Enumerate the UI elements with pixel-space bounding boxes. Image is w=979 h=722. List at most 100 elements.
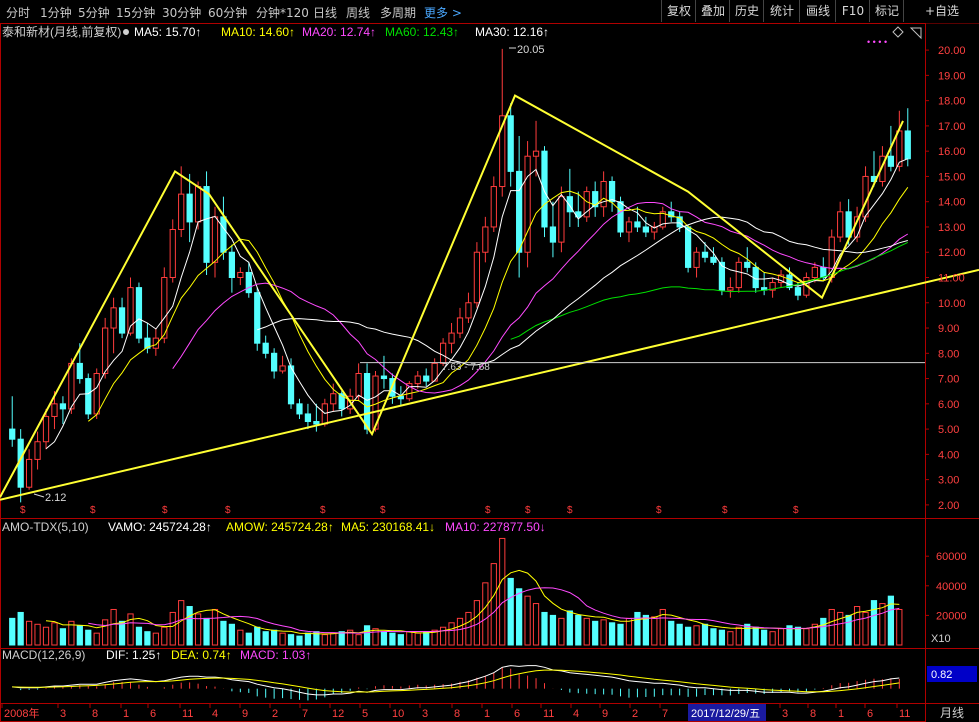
volume-bar (727, 631, 734, 646)
volume-bar (169, 611, 176, 646)
candle (693, 251, 700, 268)
time-tick-label: 6 (514, 708, 520, 720)
price-tick-label: 8.00 (938, 348, 959, 360)
volume-bar (828, 608, 835, 646)
candle (448, 332, 455, 344)
time-tick-label: 1 (838, 708, 844, 720)
settings-icon[interactable] (123, 29, 129, 35)
volume-tick-label: 40000 (936, 581, 967, 593)
expand-icon[interactable] (909, 27, 922, 40)
volume-bar (34, 623, 41, 646)
time-tick-label: 2 (272, 708, 278, 720)
volume-bar (254, 626, 261, 646)
candle (330, 393, 337, 405)
price-panel[interactable]: 2.00 3.00 4.00 5.00 6.00 7.00 8.00 9.00 10.00 11.… (0, 45, 979, 516)
macd-panel[interactable] (12, 665, 900, 701)
volume-bar (245, 632, 252, 646)
dividend-marker: $ (793, 505, 799, 516)
candle (465, 302, 472, 319)
candle (482, 226, 489, 253)
volume-axis: 20000 40000 60000 (925, 551, 967, 622)
volume-header: AMO-TDX(5,10) VAMO: 245724.28↑ AMOW: 245… (2, 520, 546, 534)
time-tick-label: 7 (662, 708, 668, 720)
volume-bar (456, 617, 464, 646)
volume-bar (211, 608, 219, 646)
dividend-marker: $ (525, 505, 531, 516)
candle (887, 155, 894, 167)
candle (811, 266, 818, 278)
time-tick-label: 1 (484, 708, 490, 720)
volume-bar (355, 634, 362, 646)
volume-bar (85, 629, 92, 646)
candle (211, 216, 219, 263)
volume-bar (592, 620, 599, 646)
chart-canvas[interactable]: 2.00 3.00 4.00 5.00 6.00 7.00 8.00 9.00 10.00 11.… (0, 0, 979, 722)
dividend-marker: $ (485, 505, 491, 516)
stock-title: 泰和新材(月线,前复权) (2, 24, 121, 39)
volume-bar (51, 622, 58, 646)
dividend-marker: $ (90, 505, 96, 516)
volume-bar (735, 626, 742, 646)
candle (178, 193, 185, 230)
price-tick-label: 9.00 (938, 323, 959, 335)
candle (169, 228, 176, 278)
volume-bar (549, 614, 557, 646)
volume-panel[interactable]: 20000 40000 60000 (9, 537, 967, 646)
candle (110, 307, 117, 329)
volume-bar (42, 626, 50, 646)
macd-title: MACD(12,26,9) (2, 648, 85, 662)
candle (245, 271, 252, 294)
candle (490, 186, 497, 228)
volume-bar (17, 611, 24, 646)
candle (254, 292, 261, 344)
diamond-icon[interactable] (892, 26, 904, 38)
volume-bar (321, 634, 328, 646)
macd-header: MACD(12,26,9) DIF: 1.25↑ DEA: 0.74↑ MACD… (2, 648, 311, 662)
time-tick-label: 5 (362, 708, 368, 720)
volume-bar (330, 632, 337, 646)
volume-bar (761, 629, 768, 646)
vol-ma10-label: MA10: 227877.50↓ (445, 520, 546, 534)
vol-ma5-label: MA5: 230168.41↓ (341, 520, 435, 534)
ma30-line (257, 216, 908, 366)
ma20-label: MA20: 12.74↑ (302, 25, 376, 39)
price-tick-label: 14.00 (938, 197, 966, 209)
candle (51, 403, 58, 417)
level-label: 7.63 - 7.68 (442, 362, 490, 373)
volume-bar (423, 631, 430, 646)
price-tick-label: 16.00 (938, 146, 966, 158)
volume-bar (135, 626, 143, 646)
candle (26, 458, 33, 488)
candle (85, 378, 92, 415)
volume-bar (389, 632, 396, 646)
candle (516, 170, 523, 253)
ma10-line (87, 187, 909, 422)
price-tick-label: 18.00 (938, 96, 966, 108)
candle (397, 395, 404, 400)
macd-line (12, 669, 900, 693)
volume-bar (363, 625, 371, 646)
volume-bar (76, 625, 83, 646)
volume-bar (397, 634, 404, 646)
price-tick-label: 17.00 (938, 121, 966, 133)
candle (904, 130, 911, 160)
time-tick-label: 9 (242, 708, 248, 720)
candle (600, 180, 607, 208)
volume-bar (338, 631, 345, 646)
trendline (0, 268, 979, 501)
candle (608, 180, 616, 203)
time-tick-label: 11 (899, 708, 910, 720)
candle (507, 115, 514, 172)
volume-bar (271, 629, 278, 646)
cursor-date: 2017/12/29/五 (691, 708, 760, 720)
volume-bar (575, 614, 582, 646)
volume-bar (608, 622, 616, 646)
volume-tick-label: 20000 (936, 610, 967, 622)
volume-bar (718, 629, 726, 646)
volume-bar (532, 603, 540, 646)
candle (439, 342, 447, 364)
volume-tick-label: 60000 (936, 551, 967, 563)
volume-bar (465, 611, 472, 646)
high-label: 20.05 (517, 44, 545, 56)
volume-bars (9, 537, 903, 646)
